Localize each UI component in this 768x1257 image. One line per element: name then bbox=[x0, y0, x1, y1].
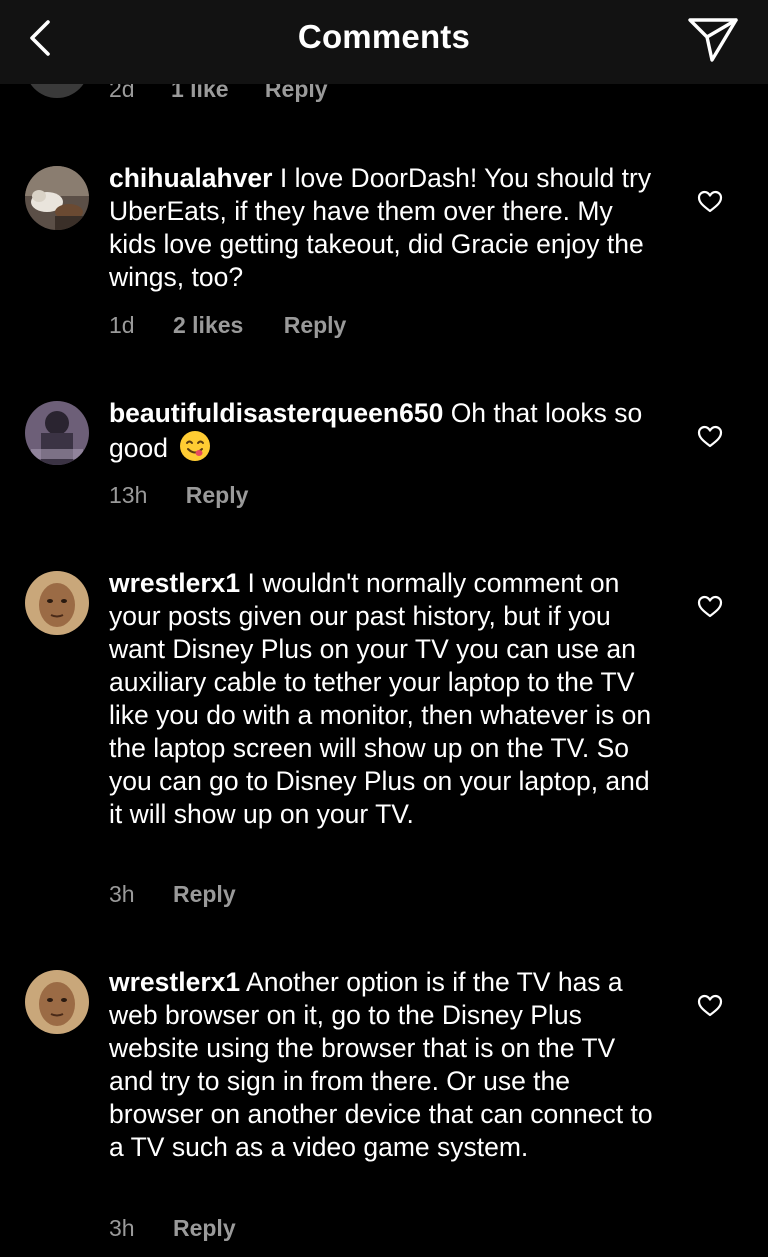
heart-icon bbox=[697, 595, 723, 618]
face-savoring-food-emoji bbox=[179, 430, 211, 470]
like-button[interactable] bbox=[697, 994, 723, 1018]
comment-username[interactable]: chihualahver bbox=[109, 163, 272, 193]
comment-meta: 1d 2 likes Reply bbox=[109, 312, 346, 339]
avatar[interactable] bbox=[25, 401, 89, 465]
avatar[interactable] bbox=[25, 970, 89, 1034]
comment-body: beautifuldisasterqueen650 Oh that looks … bbox=[109, 397, 664, 470]
like-button[interactable] bbox=[697, 595, 723, 619]
avatar[interactable] bbox=[25, 571, 89, 635]
reply-button[interactable]: Reply bbox=[173, 881, 236, 907]
reply-button[interactable]: Reply bbox=[186, 482, 249, 508]
comment-time: 1d bbox=[109, 312, 135, 338]
reply-button[interactable]: Reply bbox=[284, 312, 347, 338]
heart-icon bbox=[697, 425, 723, 448]
comment-meta: 3h Reply bbox=[109, 1215, 236, 1242]
top-bar: Comments bbox=[0, 0, 768, 84]
comment-body: wrestlerx1 I wouldn't normally comment o… bbox=[109, 567, 664, 831]
like-count[interactable]: 2 likes bbox=[173, 312, 243, 338]
comment-meta: 3h Reply bbox=[109, 881, 236, 908]
comment-time: 13h bbox=[109, 482, 148, 508]
comment-meta: 13h Reply bbox=[109, 482, 248, 509]
comment-username[interactable]: wrestlerx1 bbox=[109, 967, 240, 997]
paper-plane-icon bbox=[688, 18, 738, 62]
comment-time: 3h bbox=[109, 1215, 135, 1241]
heart-icon bbox=[697, 190, 723, 213]
comment-body: chihualahver I love DoorDash! You should… bbox=[109, 162, 664, 294]
heart-icon bbox=[697, 994, 723, 1017]
comment-body: wrestlerx1 Another option is if the TV h… bbox=[109, 966, 664, 1164]
like-button[interactable] bbox=[697, 425, 723, 449]
share-button[interactable] bbox=[686, 14, 740, 64]
reply-button[interactable]: Reply bbox=[173, 1215, 236, 1241]
comment-username[interactable]: wrestlerx1 bbox=[109, 568, 240, 598]
avatar[interactable] bbox=[25, 166, 89, 230]
comment-text: I wouldn't normally comment on your post… bbox=[109, 568, 652, 829]
comment-time: 3h bbox=[109, 881, 135, 907]
like-button[interactable] bbox=[697, 190, 723, 214]
page-title: Comments bbox=[297, 18, 471, 55]
comment-username[interactable]: beautifuldisasterqueen650 bbox=[109, 398, 443, 428]
